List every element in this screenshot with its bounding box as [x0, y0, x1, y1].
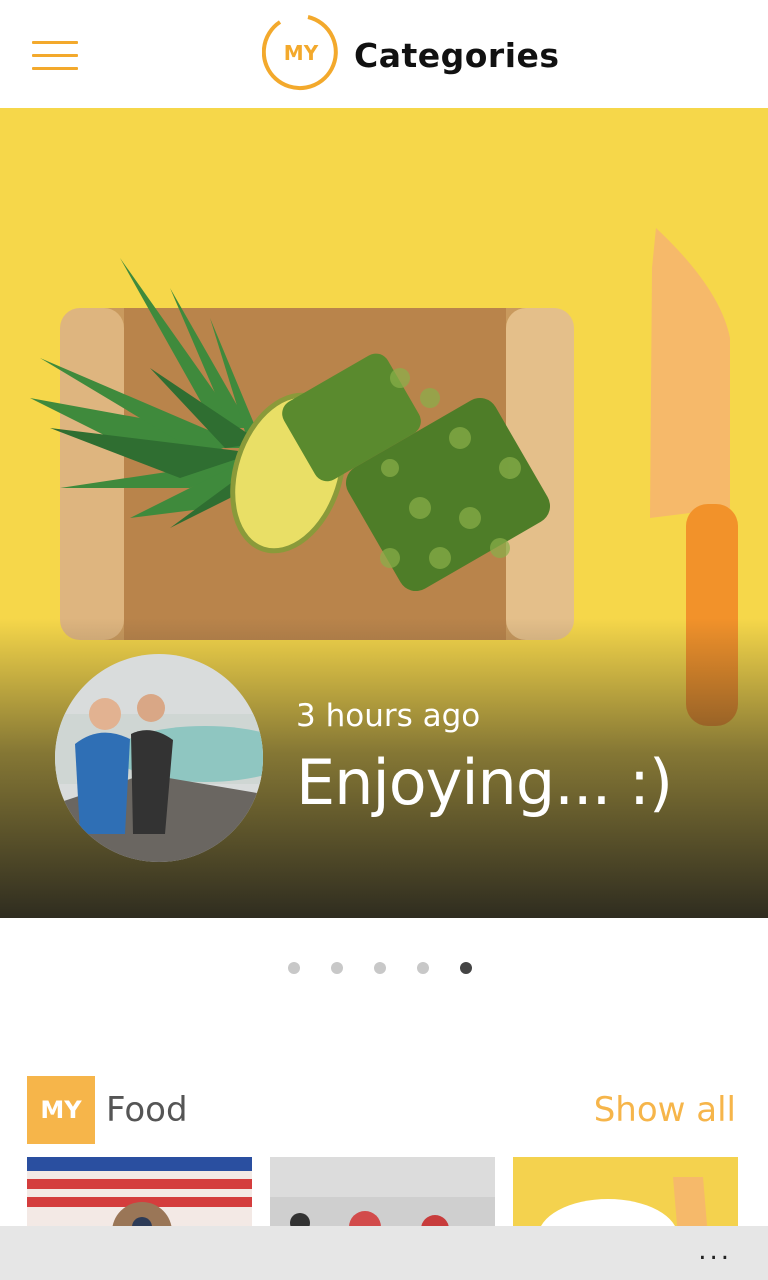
carousel-dot[interactable]	[374, 962, 386, 974]
avatar[interactable]	[55, 654, 263, 862]
thumbnail-image	[270, 1157, 495, 1237]
section-badge: MY	[27, 1076, 95, 1144]
avatar-photo	[55, 654, 263, 862]
hero-card[interactable]: 3 hours ago Enjoying... :)	[0, 108, 768, 918]
show-all-link[interactable]: Show all	[594, 1090, 736, 1130]
carousel-dot[interactable]	[417, 962, 429, 974]
carousel-dot-active[interactable]	[460, 962, 472, 974]
carousel-dot[interactable]	[331, 962, 343, 974]
page-title: Categories	[354, 36, 560, 75]
food-thumbnail[interactable]	[513, 1157, 738, 1237]
my-logo: MY	[261, 14, 340, 92]
food-thumbnail[interactable]	[270, 1157, 495, 1237]
food-thumbnail[interactable]	[27, 1157, 252, 1237]
post-time: 3 hours ago	[296, 698, 481, 734]
section-title: Food	[106, 1090, 188, 1130]
carousel-dot[interactable]	[288, 962, 300, 974]
app-header: MY Categories	[0, 0, 768, 108]
app-bar: ...	[0, 1226, 768, 1280]
more-options-icon[interactable]: ...	[698, 1236, 732, 1266]
post-caption: Enjoying... :)	[296, 746, 673, 819]
carousel-indicator	[0, 958, 768, 978]
thumbnail-image	[513, 1157, 738, 1237]
hamburger-menu-icon[interactable]	[32, 41, 78, 71]
thumbnail-image	[27, 1157, 252, 1237]
logo-text: MY	[283, 41, 319, 65]
